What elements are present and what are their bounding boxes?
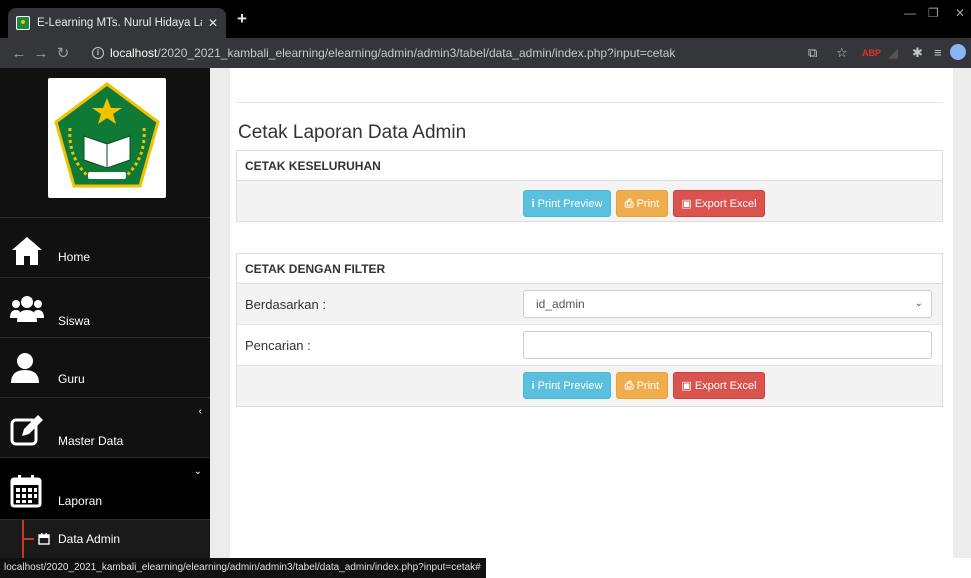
button-label: Print (636, 198, 660, 210)
adblock-icon[interactable]: ABP (862, 48, 881, 58)
page-title: Cetak Laporan Data Admin (238, 122, 467, 143)
export-excel-button[interactable]: ▣ Export Excel (673, 372, 765, 399)
sidebar-item-siswa[interactable]: Siswa (0, 278, 210, 338)
submenu-label: Data Admin (58, 532, 121, 546)
print-button[interactable]: ⎙ Print (616, 372, 668, 399)
panel-heading: CETAK KESELURUHAN (237, 151, 942, 181)
export-excel-button[interactable]: ▣ Export Excel (673, 190, 765, 217)
button-label: Export Excel (694, 198, 757, 210)
maximize-icon[interactable]: ❐ (928, 6, 939, 20)
window-close-icon[interactable]: ✕ (955, 6, 965, 20)
logo-area (0, 68, 210, 218)
print-preview-button[interactable]: i Print Preview (523, 372, 611, 399)
button-row: i Print Preview ⎙ Print ▣ Export Excel (237, 181, 942, 221)
print-button[interactable]: ⎙ Print (616, 190, 668, 217)
translate-icon[interactable]: ⧉ (808, 45, 817, 61)
kemenag-logo (48, 78, 166, 198)
back-icon[interactable]: ← (8, 45, 30, 62)
info-icon: i (531, 198, 535, 210)
sidebar-item-label: Laporan (58, 494, 103, 508)
chevron-down-icon: ⌄ (193, 466, 202, 477)
sidebar-item-label: Master Data (58, 434, 124, 448)
panel-heading: CETAK DENGAN FILTER (237, 254, 942, 284)
favicon-icon (16, 16, 30, 30)
address-bar[interactable]: i localhost /2020_2021_kambali_elearning… (92, 42, 868, 64)
reading-list-icon[interactable]: ≡ (934, 45, 942, 60)
url-host: localhost (110, 46, 158, 60)
bookmark-star-icon[interactable]: ☆ (836, 45, 848, 61)
tab-close-icon[interactable]: ✕ (208, 16, 218, 30)
link-status-bar: localhost/2020_2021_kambali_elearning/el… (0, 558, 486, 578)
print-preview-button[interactable]: i Print Preview (523, 190, 611, 217)
sidebar-item-label: Guru (58, 372, 85, 386)
extension-icon[interactable]: ◢ (888, 45, 898, 61)
button-row: i Print Preview ⎙ Print ▣ Export Excel (237, 366, 942, 406)
users-icon (10, 296, 44, 322)
user-icon (11, 353, 39, 383)
chevron-left-icon: ‹ (198, 406, 202, 417)
calendar-icon (10, 475, 42, 508)
reload-icon[interactable]: ↻ (52, 44, 74, 62)
printer-icon: ⎙ (624, 198, 634, 210)
file-excel-icon: ▣ (681, 198, 692, 210)
submenu-item-data-admin[interactable]: Data Admin (0, 520, 210, 558)
browser-tab-bar: E-Learning MTs. Nurul Hidaya La ✕ + — ❐ … (0, 0, 971, 38)
browser-tab[interactable]: E-Learning MTs. Nurul Hidaya La ✕ (8, 8, 226, 38)
pencarian-label: Pencarian : (245, 338, 311, 353)
new-tab-icon[interactable]: + (237, 9, 247, 29)
profile-avatar[interactable] (950, 44, 966, 60)
info-icon[interactable]: i (92, 47, 104, 59)
menu-dots-icon[interactable]: ⋮ (966, 45, 971, 61)
sidebar-item-home[interactable]: Home (0, 218, 210, 278)
button-label: Print Preview (537, 198, 603, 210)
sidebar-item-laporan[interactable]: Laporan ⌄ (0, 458, 210, 520)
sidebar-item-label: Home (58, 250, 91, 264)
form-row-berdasarkan: Berdasarkan : id_admin ⌄ (237, 284, 942, 325)
chevron-down-icon: ⌄ (914, 298, 923, 309)
info-icon: i (531, 380, 535, 392)
main-area: Cetak Laporan Data Admin CETAK KESELURUH… (210, 68, 971, 558)
button-label: Print Preview (537, 380, 603, 392)
select-value: id_admin (536, 297, 585, 311)
button-label: Print (636, 380, 660, 392)
sidebar-item-guru[interactable]: Guru (0, 338, 210, 398)
sidebar-item-label: Siswa (58, 314, 91, 328)
browser-toolbar: ← → ↻ i localhost /2020_2021_kambali_ele… (0, 38, 971, 68)
button-label: Export Excel (694, 380, 757, 392)
divider (236, 102, 943, 103)
berdasarkan-select[interactable]: id_admin ⌄ (523, 290, 932, 318)
berdasarkan-label: Berdasarkan : (245, 297, 326, 312)
forward-icon[interactable]: → (30, 45, 52, 62)
content-card: Cetak Laporan Data Admin CETAK KESELURUH… (230, 68, 953, 558)
file-excel-icon: ▣ (681, 380, 692, 392)
edit-icon (10, 415, 43, 446)
tree-branch (22, 538, 34, 540)
puzzle-icon[interactable]: ✱ (912, 45, 923, 61)
form-row-pencarian: Pencarian : (237, 325, 942, 366)
panel-cetak-keseluruhan: CETAK KESELURUHAN i Print Preview ⎙ Print … (236, 150, 943, 222)
url-path: /2020_2021_kambali_elearning/elearning/a… (157, 46, 676, 60)
panel-cetak-dengan-filter: CETAK DENGAN FILTER Berdasarkan : id_adm… (236, 253, 943, 407)
sidebar: Home Siswa Guru Master Data ‹ Laporan ⌄ … (0, 68, 210, 558)
printer-icon: ⎙ (624, 380, 634, 392)
sidebar-item-master-data[interactable]: Master Data ‹ (0, 398, 210, 458)
minimize-icon[interactable]: — (904, 6, 916, 20)
tab-title: E-Learning MTs. Nurul Hidaya La (37, 17, 202, 29)
search-input[interactable] (523, 331, 932, 359)
calendar-small-icon (38, 533, 50, 545)
home-icon (12, 237, 42, 265)
